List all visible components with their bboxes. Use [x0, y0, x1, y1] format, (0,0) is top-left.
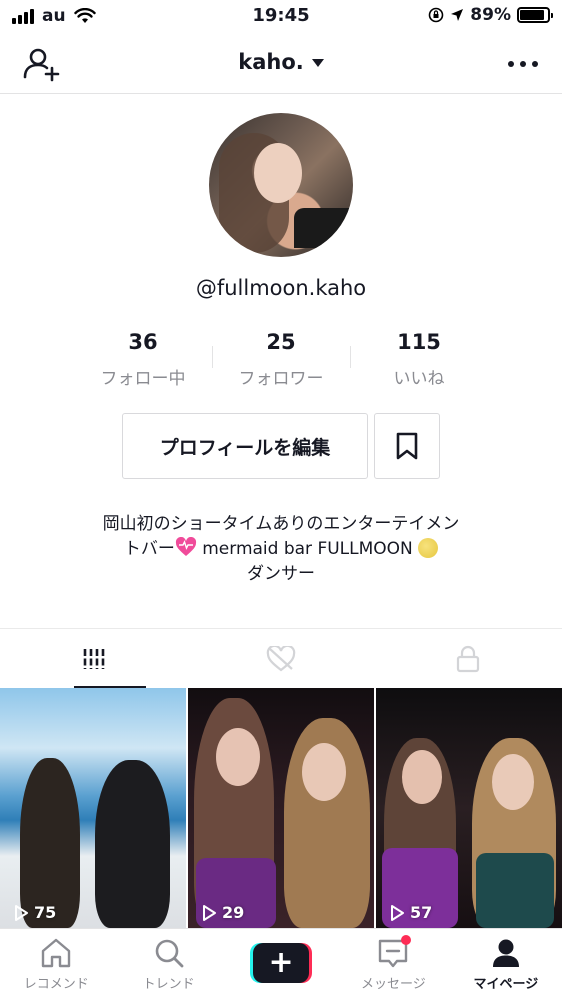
- bookmark-icon: [396, 432, 418, 460]
- stat-label: いいね: [393, 369, 445, 389]
- profile-stats: 36 フォロー中 25 フォロワー 115 いいね: [74, 328, 488, 389]
- nav-label: メッセージ: [361, 977, 426, 992]
- video-views: 75: [14, 903, 56, 922]
- play-icon: [203, 904, 216, 921]
- stat-likes[interactable]: 115 いいね: [350, 328, 488, 389]
- bio-line: トバー mermaid bar FULLMOON: [40, 537, 522, 562]
- bio-text: mermaid bar FULLMOON: [196, 539, 419, 559]
- profile-icon: [492, 939, 519, 967]
- play-icon: [391, 904, 404, 921]
- stat-following[interactable]: 36 フォロー中: [74, 328, 212, 389]
- battery-percent: 89%: [470, 5, 511, 25]
- stat-number: 115: [397, 330, 441, 354]
- stat-label: フォロー中: [100, 369, 186, 389]
- video-thumbnail[interactable]: 29: [188, 688, 374, 928]
- bio-line: ダンサー: [247, 564, 315, 584]
- content-tabs: [0, 628, 562, 688]
- stat-followers[interactable]: 25 フォロワー: [212, 328, 350, 389]
- nav-trend[interactable]: トレンド: [112, 929, 224, 1000]
- nav-home[interactable]: レコメンド: [0, 929, 112, 1000]
- view-count: 29: [222, 903, 245, 922]
- nav-create[interactable]: +: [225, 929, 337, 1000]
- nav-label: マイページ: [473, 977, 539, 992]
- notification-dot: [401, 935, 412, 945]
- videos-grid-icon: [83, 648, 104, 669]
- nav-label: トレンド: [142, 977, 195, 992]
- account-switcher[interactable]: kaho.: [0, 50, 562, 74]
- stat-number: 25: [266, 330, 296, 354]
- more-icon[interactable]: [506, 52, 540, 76]
- account-name: kaho.: [238, 50, 304, 74]
- orientation-lock-icon: [428, 7, 444, 23]
- username: @fullmoon.kaho: [195, 276, 367, 300]
- play-icon: [15, 904, 28, 921]
- stat-label: フォロワー: [238, 369, 324, 389]
- tab-liked[interactable]: [187, 629, 374, 688]
- bio-text: トバー: [123, 539, 175, 559]
- nav-profile[interactable]: マイページ: [450, 929, 562, 1000]
- caret-down-icon: [311, 59, 324, 67]
- tab-private[interactable]: [375, 629, 562, 688]
- video-thumbnail[interactable]: 57: [376, 688, 562, 928]
- video-thumbnail[interactable]: 75: [0, 688, 186, 928]
- status-right: 89%: [428, 5, 553, 25]
- video-views: 57: [390, 903, 432, 922]
- create-plus-icon: +: [250, 943, 313, 983]
- video-views: 29: [202, 903, 244, 922]
- view-count: 57: [410, 903, 433, 922]
- favorites-button[interactable]: [374, 413, 440, 479]
- tab-videos[interactable]: [0, 629, 187, 688]
- moon-emoji-icon: [418, 538, 439, 558]
- profile-header: kaho.: [0, 34, 562, 94]
- heart-emoji-icon: [175, 537, 196, 556]
- edit-profile-button[interactable]: プロフィールを編集: [122, 413, 368, 479]
- bio-line: 岡山初のショータイムありのエンターテイメン: [102, 514, 460, 534]
- nav-label: レコメンド: [23, 977, 89, 992]
- home-icon: [42, 938, 71, 968]
- battery-icon: [517, 7, 553, 23]
- bottom-nav: レコメンド トレンド + メッセージ マイページ: [0, 928, 562, 1000]
- status-bar: au 19:45 89%: [0, 0, 562, 34]
- battery-fill: [520, 10, 545, 20]
- profile-bio: 岡山初のショータイムありのエンターテイメン トバー mermaid bar FU…: [40, 512, 522, 587]
- video-grid: 75 29 57: [0, 688, 562, 928]
- stat-number: 36: [128, 330, 158, 354]
- liked-icon: [266, 645, 296, 671]
- view-count: 75: [34, 903, 57, 922]
- location-icon: [451, 9, 464, 21]
- avatar[interactable]: [209, 113, 353, 257]
- nav-inbox[interactable]: メッセージ: [337, 929, 449, 1000]
- search-icon: [155, 939, 184, 968]
- private-lock-icon: [457, 645, 480, 672]
